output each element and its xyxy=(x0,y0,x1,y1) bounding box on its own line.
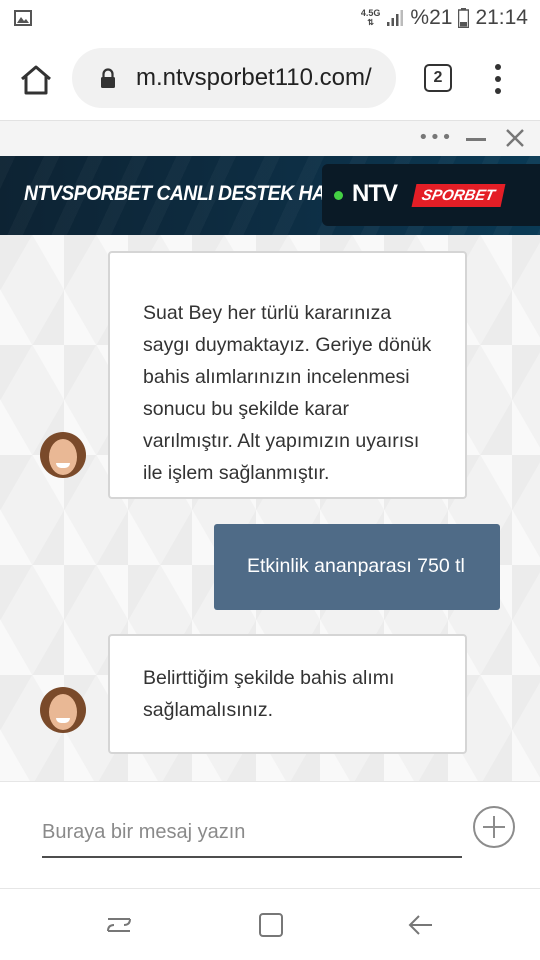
online-status-dot xyxy=(334,191,343,200)
overflow-menu-icon[interactable] xyxy=(490,64,506,94)
agent-avatar xyxy=(40,432,86,478)
message-line: Suat Bey her türlü kararınıza xyxy=(143,302,392,324)
minimize-icon[interactable] xyxy=(466,138,486,141)
message-line: bahis alımlarınızın incelenmesi xyxy=(143,366,410,388)
message-line: saygı duymaktayız. Geriye dönük xyxy=(143,334,432,356)
recent-apps-icon[interactable] xyxy=(104,910,134,940)
add-attachment-icon[interactable] xyxy=(473,806,515,848)
signal-icon xyxy=(387,10,404,26)
message-line: ile işlem sağlanmıştır. xyxy=(143,462,330,484)
user-message-bubble: Etkinlik ananparası 750 tl xyxy=(214,524,500,610)
message-line: Belirttiğim şekilde bahis alımı xyxy=(143,667,395,689)
close-icon[interactable] xyxy=(504,127,526,149)
battery-icon xyxy=(458,8,470,28)
logo-sporbet-text: SPORBET xyxy=(411,184,505,207)
lock-icon xyxy=(101,68,115,88)
chat-header-title: NTVSPORBET CANLI DESTEK HATTI xyxy=(24,182,352,205)
back-icon[interactable] xyxy=(406,910,436,940)
chat-messages-area[interactable]: Suat Bey her türlü kararınıza saygı duym… xyxy=(0,235,540,781)
message-line: sonucu bu şekilde karar xyxy=(143,398,349,420)
message-line: sağlamalısınız. xyxy=(143,699,274,721)
browser-toolbar: m.ntvsporbet110.com/ 2 xyxy=(0,38,540,120)
clock: 21:14 xyxy=(475,6,528,29)
chat-window-toolbar: ••• xyxy=(0,120,540,156)
chat-header-banner: NTVSPORBET CANLI DESTEK HATTI NTV SPORBE… xyxy=(0,156,540,235)
message-composer xyxy=(0,781,540,889)
agent-avatar xyxy=(40,687,86,733)
brand-logo: NTV SPORBET xyxy=(322,164,540,226)
message-input[interactable] xyxy=(42,808,462,858)
image-icon xyxy=(14,10,32,26)
system-navigation-bar xyxy=(0,890,540,960)
network-indicator: 4.5G ⇅ xyxy=(360,8,381,28)
message-text: Etkinlik ananparası 750 tl xyxy=(247,555,465,577)
logo-ntv-text: NTV xyxy=(352,180,398,207)
network-type: 4.5G xyxy=(360,8,381,18)
address-bar[interactable]: m.ntvsporbet110.com/ xyxy=(72,48,396,108)
agent-message-bubble: Suat Bey her türlü kararınıza saygı duym… xyxy=(108,251,467,499)
message-line: varılmıştır. Alt yapımızın uyaırısı xyxy=(143,430,420,452)
status-bar: 4.5G ⇅ %21 21:14 xyxy=(0,0,540,38)
more-options-icon[interactable]: ••• xyxy=(418,129,453,147)
home-icon[interactable] xyxy=(18,62,54,98)
tab-switcher-button[interactable]: 2 xyxy=(424,64,452,92)
status-indicators: 4.5G ⇅ %21 21:14 xyxy=(361,6,528,30)
battery-percent: %21 xyxy=(410,6,453,29)
agent-message-bubble: Belirttiğim şekilde bahis alımı sağlamal… xyxy=(108,634,467,754)
home-button-icon[interactable] xyxy=(256,910,286,940)
url-text[interactable]: m.ntvsporbet110.com/ xyxy=(136,64,372,92)
